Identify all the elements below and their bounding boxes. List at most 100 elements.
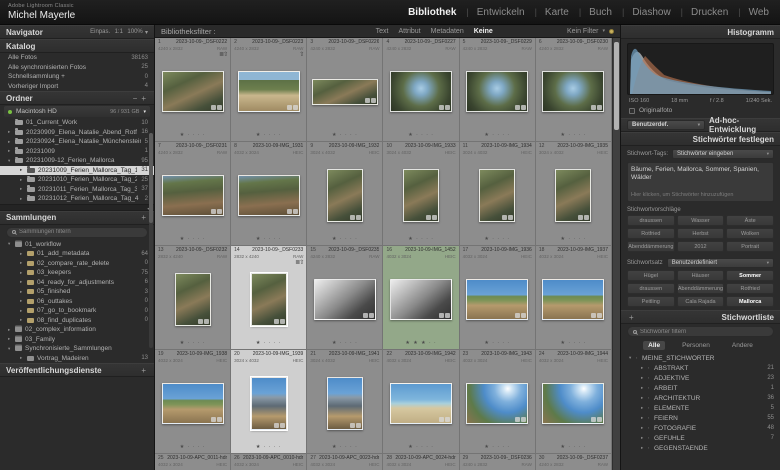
thumbnail-area[interactable] xyxy=(155,52,230,131)
folder-item[interactable]: ▸ 20231009_Ferien_Mallorca_Tag_1 31 xyxy=(0,165,154,175)
cell-gps-stack-icons[interactable]: ⇧ xyxy=(299,51,304,58)
ordner-header[interactable]: Ordner − + xyxy=(0,91,154,105)
original-photo-checkbox[interactable] xyxy=(629,107,635,114)
thumbnail-area[interactable] xyxy=(231,156,306,235)
filter-lock-icon[interactable] xyxy=(609,28,614,34)
photo-thumbnail[interactable] xyxy=(237,71,300,112)
module-tab[interactable]: Diashow xyxy=(613,7,672,18)
keyword-list-tab[interactable]: Personen xyxy=(677,341,715,350)
photo-thumbnail[interactable] xyxy=(479,169,516,222)
star-rating[interactable]: ★ · · · · xyxy=(155,131,230,139)
photo-thumbnail[interactable] xyxy=(249,272,288,327)
photo-thumbnail[interactable] xyxy=(403,169,440,222)
keyword-badge-icon[interactable] xyxy=(439,313,445,318)
katalog-header[interactable]: Katalog xyxy=(0,39,154,53)
photo-thumbnail[interactable] xyxy=(326,169,363,222)
photo-thumbnail[interactable] xyxy=(390,383,453,424)
thumbnail-area[interactable] xyxy=(383,364,458,443)
disclosure-triangle-icon[interactable]: ▸ xyxy=(641,375,648,381)
thumbnail-area[interactable] xyxy=(307,364,382,443)
collection-item[interactable]: ▸ 01_add_metadata 64 xyxy=(0,249,154,259)
star-rating[interactable]: ★ · · · · xyxy=(231,339,306,347)
crop-badge-icon[interactable] xyxy=(597,417,603,422)
grid-photo-cell[interactable]: 27 2023-10-09-APC_0023-hdr 4032 x 3024 H… xyxy=(307,454,384,470)
grid-photo-cell[interactable]: 29 2023-10-09-_DSF0236 4240 x 2832 RAW xyxy=(459,454,536,470)
keyword-suggestion-button[interactable]: Rotfried xyxy=(627,228,675,239)
disclosure-triangle-icon[interactable]: ▸ xyxy=(8,129,15,135)
keyword-list-item[interactable]: ▸ ▪ ARBEIT 1 xyxy=(621,383,780,393)
module-tab[interactable]: Bibliothek xyxy=(407,7,457,18)
star-rating[interactable]: ★ · · · · xyxy=(536,131,611,139)
disclosure-triangle-icon[interactable]: ▸ xyxy=(641,395,648,401)
crop-badge-icon[interactable] xyxy=(292,105,298,110)
folder-item[interactable]: ▸ 20231012_Ferien_Mallorca_Tag_4 2 xyxy=(0,194,154,204)
keyword-badge-icon[interactable] xyxy=(439,417,445,422)
thumbnail-area[interactable] xyxy=(460,260,535,339)
photo-thumbnail[interactable] xyxy=(466,71,529,112)
disclosure-triangle-icon[interactable]: ▸ xyxy=(20,260,27,266)
thumbnail-area[interactable] xyxy=(383,156,458,235)
keyword-search[interactable] xyxy=(627,326,774,337)
folder-item[interactable]: ▸ 20231011_Ferien_Mallorca_Tag_3 37 xyxy=(0,185,154,195)
collection-item[interactable]: ▸ 02_compare_rate_delete 0 xyxy=(0,259,154,269)
keyword-badge-icon[interactable] xyxy=(210,105,216,110)
thumbnail-area[interactable] xyxy=(155,156,230,235)
photo-thumbnail[interactable] xyxy=(161,71,224,112)
grid-photo-cell[interactable]: 4 2023-10-09-_DSF0227 4240 x 2832 RAW ★ … xyxy=(383,38,460,142)
disclosure-triangle-icon[interactable]: ▸ xyxy=(20,186,27,192)
folder-item[interactable]: 01_Current_Work 10 xyxy=(0,118,154,128)
crop-badge-icon[interactable] xyxy=(216,105,222,110)
keyword-search-input[interactable] xyxy=(640,328,768,335)
thumbnail-badge-icons[interactable] xyxy=(591,105,603,110)
thumbnail-badge-icons[interactable] xyxy=(426,215,438,220)
grid-photo-cell[interactable]: 1 2023-10-09-_DSF0222 4240 x 2832 RAW ≣⇧ xyxy=(155,38,232,142)
collection-item[interactable]: ▾ Synchronisierte_Sammlungen xyxy=(0,344,154,354)
star-rating[interactable]: ★ · · · · xyxy=(155,339,230,347)
folder-item[interactable]: ▸ 20230909_Elena_Natalie_Abend_Rotfried … xyxy=(0,128,154,138)
folder-item[interactable]: ▸ 20230924_Elena_Natalie_Münchenstein 5 xyxy=(0,137,154,147)
folders-scrollbar[interactable]: ◀ xyxy=(0,203,154,212)
disclosure-triangle-icon[interactable]: ▸ xyxy=(20,251,27,257)
crop-badge-icon[interactable] xyxy=(445,417,451,422)
photo-thumbnail[interactable] xyxy=(161,383,224,424)
photo-thumbnail[interactable] xyxy=(542,71,605,112)
grid-photo-cell[interactable]: 22 2023-10-09-IMG_1942 4032 x 3024 HEIC xyxy=(383,350,460,454)
module-tab[interactable]: Drucken xyxy=(672,7,730,18)
thumbnail-badge-icons[interactable] xyxy=(362,313,374,318)
thumbnail-badge-icons[interactable] xyxy=(349,423,361,428)
grid-photo-cell[interactable]: 20 2023-10-09-IMG_1939 3024 x 4032 HEIC xyxy=(231,350,308,454)
thumbnail-area[interactable] xyxy=(460,156,535,235)
crop-badge-icon[interactable] xyxy=(445,105,451,110)
star-rating[interactable]: ★ · · · · xyxy=(155,235,230,243)
crop-badge-icon[interactable] xyxy=(508,215,514,220)
thumbnail-badge-icons[interactable] xyxy=(591,313,603,318)
disclosure-triangle-icon[interactable]: ▸ xyxy=(20,167,27,173)
keyword-suggestion-button[interactable]: Wolken xyxy=(726,228,774,239)
thumbnail-badge-icons[interactable] xyxy=(210,105,222,110)
thumbnail-area[interactable] xyxy=(231,260,306,339)
crop-badge-icon[interactable] xyxy=(597,313,603,318)
photo-thumbnail[interactable] xyxy=(466,279,529,320)
keyword-badge-icon[interactable] xyxy=(273,423,279,428)
disclosure-triangle-icon[interactable]: ▸ xyxy=(20,308,27,314)
keyword-list-tab[interactable]: Andere xyxy=(727,341,758,350)
thumbnail-badge-icons[interactable] xyxy=(515,313,527,318)
keyword-list-item[interactable]: ▸ ▪ ELEMENTE 5 xyxy=(621,403,780,413)
disclosure-triangle-icon[interactable]: ▸ xyxy=(8,327,15,333)
photo-thumbnail[interactable] xyxy=(390,71,453,112)
zoom-caret-icon[interactable]: ▾ xyxy=(145,29,148,36)
star-rating[interactable]: ★ · · · · xyxy=(460,235,535,243)
volume-caret-icon[interactable]: ▾ xyxy=(143,109,146,115)
folder-item[interactable]: ▾ 20231009-12_Ferien_Mallorca 95 xyxy=(0,156,154,166)
grid-photo-cell[interactable]: 26 2023-10-09-APC_0010-hdr 4032 x 3024 H… xyxy=(231,454,308,470)
thumbnail-badge-icons[interactable] xyxy=(591,417,603,422)
filter-tab[interactable]: Keine xyxy=(474,28,493,35)
collections-search-input[interactable] xyxy=(19,229,142,235)
crop-badge-icon[interactable] xyxy=(521,105,527,110)
star-rating[interactable]: ★ · · · · xyxy=(155,443,230,451)
photo-thumbnail[interactable] xyxy=(237,175,300,216)
disclosure-triangle-icon[interactable]: ▸ xyxy=(641,425,648,431)
keyword-badge-icon[interactable] xyxy=(286,209,292,214)
zoom-1to1-option[interactable]: 1:1 xyxy=(115,29,123,35)
thumbnail-area[interactable] xyxy=(536,260,611,339)
